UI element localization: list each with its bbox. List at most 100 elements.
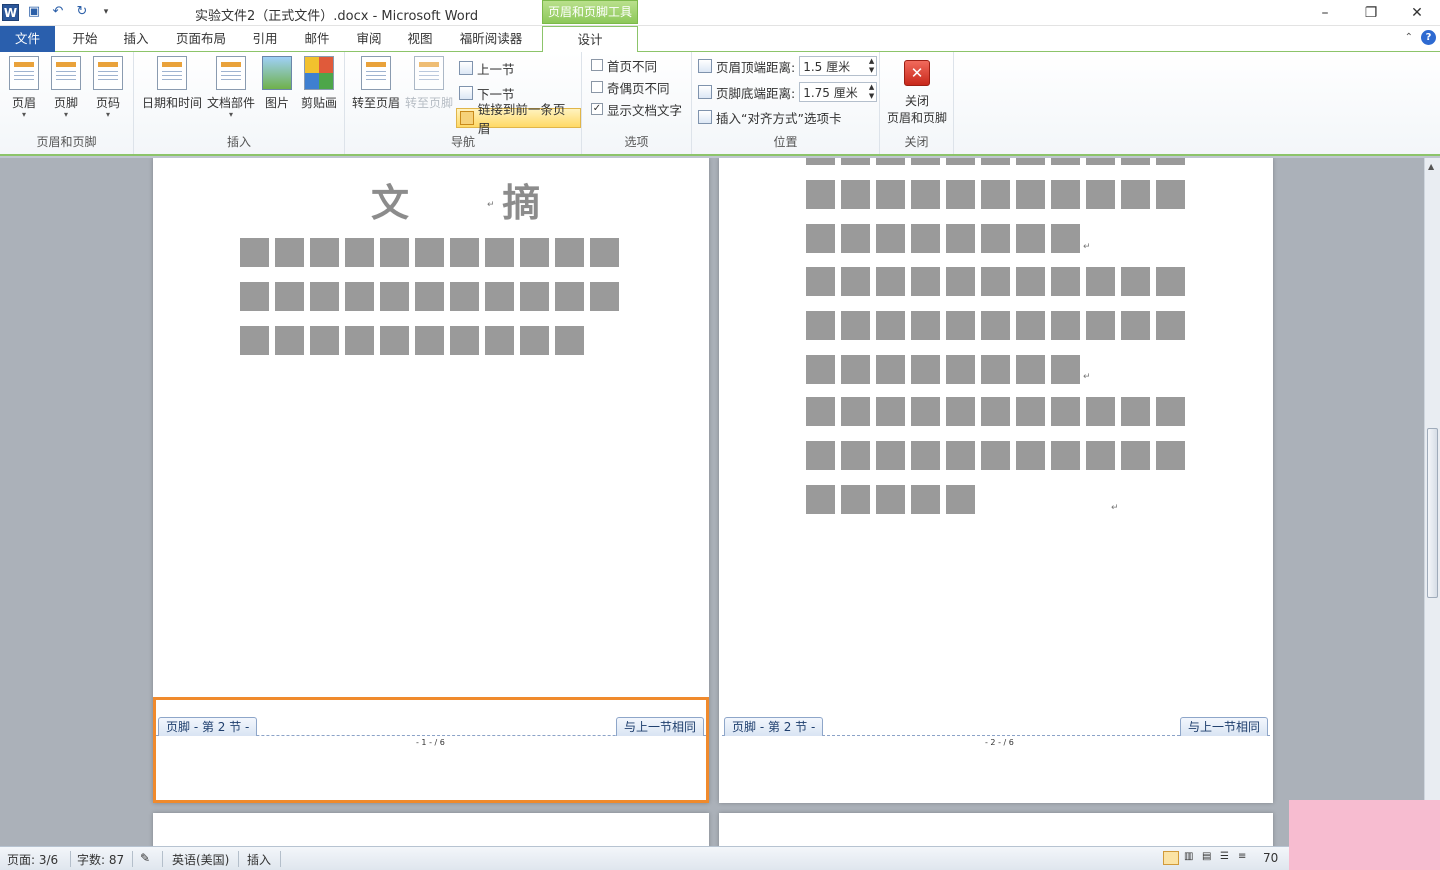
redacted-text-block [240, 238, 269, 267]
tab-references[interactable]: 引用 [242, 26, 288, 52]
different-odd-even-checkbox[interactable]: 奇偶页不同 [591, 77, 670, 97]
save-icon[interactable]: ▣ [25, 3, 43, 21]
tab-file[interactable]: 文件 [0, 26, 55, 52]
draft-view-icon[interactable]: ≡ [1238, 851, 1246, 862]
page-3[interactable]: 文 摘 ↵ 页脚 - 第 2 节 - 与上一节相同 - 1 - / 6 [153, 158, 709, 803]
page-indicator[interactable]: 页面: 3/6 [7, 851, 58, 868]
redacted-text-block [981, 158, 1010, 165]
chevron-down-icon: ▾ [105, 110, 110, 119]
tab-review[interactable]: 审阅 [346, 26, 392, 52]
minimize-ribbon-icon[interactable]: ⌃ [1405, 32, 1413, 43]
tab-view[interactable]: 视图 [397, 26, 443, 52]
header-distance-icon [698, 59, 712, 73]
close-window-button[interactable]: ✕ [1394, 0, 1440, 26]
show-document-text-checkbox[interactable]: ✓ 显示文档文字 [591, 99, 682, 119]
header-label: 页眉 [11, 96, 36, 110]
checkbox-checked-icon: ✓ [591, 103, 603, 115]
page-4[interactable]: ↵ ↵ ↵ 页脚 - 第 2 节 - 与上一节相同 - 2 - / 6 [719, 158, 1273, 803]
different-first-page-checkbox[interactable]: 首页不同 [591, 55, 657, 75]
redacted-text-block [806, 224, 835, 253]
document-parts-button[interactable]: 文档部件 ▾ [206, 56, 256, 119]
redacted-text-block [1016, 267, 1045, 296]
clip-art-button[interactable]: 剪贴画 [298, 56, 340, 111]
redacted-text-block [1121, 267, 1150, 296]
redacted-text-block [590, 238, 619, 267]
footer-distance-input[interactable]: 1.75 厘米 ▲ ▼ [799, 82, 878, 102]
paragraph-mark: ↵ [1083, 242, 1091, 252]
redacted-text-block [841, 224, 870, 253]
header-distance-input[interactable]: 1.5 厘米 ▲ ▼ [799, 56, 878, 76]
zoom-level[interactable]: 70 [1263, 851, 1278, 865]
footer-distance-control: 页脚底端距离: 1.75 厘米 ▲ ▼ [698, 82, 878, 102]
page-number-button[interactable]: 页码 ▾ [90, 56, 126, 119]
page-number-field[interactable]: - 1 - / 6 [416, 738, 445, 747]
tab-page-layout[interactable]: 页面布局 [170, 26, 232, 52]
word-logo-icon[interactable]: W [2, 3, 19, 21]
spin-arrows-icon[interactable]: ▲ ▼ [869, 83, 874, 101]
insert-mode-indicator[interactable]: 插入 [247, 851, 271, 868]
different-odd-even-label: 奇偶页不同 [607, 80, 670, 96]
print-layout-icon[interactable] [1163, 851, 1179, 865]
page-5[interactable] [153, 813, 709, 846]
document-workspace[interactable]: 文 摘 ↵ 页脚 - 第 2 节 - 与上一节相同 - 1 - / 6 ↵ ↵ … [0, 158, 1424, 846]
language-indicator[interactable]: 英语(美国) [172, 851, 229, 868]
redacted-text-block [1016, 158, 1045, 165]
link-to-previous-button[interactable]: 链接到前一条页眉 [456, 102, 581, 136]
footer-edit-area[interactable] [153, 697, 709, 803]
customize-qat-icon[interactable]: ▾ [97, 3, 115, 21]
tab-insert[interactable]: 插入 [113, 26, 159, 52]
goto-header-button[interactable]: 转至页眉 [350, 56, 402, 111]
redacted-text-block [345, 282, 374, 311]
spin-arrows-icon[interactable]: ▲ ▼ [869, 57, 874, 75]
page-number-icon [93, 56, 123, 90]
tab-mailings[interactable]: 邮件 [294, 26, 340, 52]
footer-button[interactable]: 页脚 ▾ [48, 56, 84, 119]
tab-design[interactable]: 设计 [542, 26, 638, 53]
document-parts-icon [216, 56, 246, 90]
status-bar: 页面: 3/6 字数: 87 ✎ 英语(美国) 插入 ▥ ▤ ☰ ≡ 70 [0, 846, 1440, 870]
page-6[interactable] [719, 813, 1273, 846]
quick-access-toolbar: W ▣ ↶ ↻ ▾ [2, 3, 115, 21]
outline-view-icon[interactable]: ☰ [1220, 851, 1229, 862]
tab-foxit-reader[interactable]: 福昕阅读器 [452, 26, 530, 52]
redacted-text-block [806, 441, 835, 470]
redacted-text-block [1051, 267, 1080, 296]
close-header-footer-button[interactable]: ✕ 关闭 页眉和页脚 [884, 54, 950, 126]
redacted-text-block [946, 180, 975, 209]
redacted-text-block [841, 180, 870, 209]
redacted-text-block [520, 326, 549, 355]
full-screen-reading-icon[interactable]: ▥ [1184, 851, 1193, 862]
header-distance-label: 页眉顶端距离: [716, 59, 796, 75]
proofing-icon[interactable]: ✎ [140, 851, 150, 865]
minimize-button[interactable]: – [1302, 0, 1348, 26]
header-button[interactable]: 页眉 ▾ [6, 56, 42, 119]
redacted-text-block [981, 441, 1010, 470]
goto-footer-button[interactable]: 转至页脚 [403, 56, 455, 111]
vertical-scrollbar[interactable]: ▲ ▼ [1424, 158, 1440, 846]
redo-icon[interactable]: ↻ [73, 3, 91, 21]
scroll-up-icon[interactable]: ▲ [1428, 162, 1434, 171]
redacted-text-block [1051, 180, 1080, 209]
page-number-field[interactable]: - 2 - / 6 [985, 738, 1014, 747]
web-layout-icon[interactable]: ▤ [1202, 851, 1211, 862]
insert-alignment-tab-button[interactable]: 插入“对齐方式”选项卡 [698, 107, 841, 127]
tab-home[interactable]: 开始 [62, 26, 108, 52]
header-distance-value: 1.5 厘米 [803, 59, 851, 74]
redacted-text-block [876, 224, 905, 253]
date-time-button[interactable]: 日期和时间 [140, 56, 204, 111]
group-close: ✕ 关闭 页眉和页脚 关闭 [880, 52, 954, 154]
word-count[interactable]: 字数: 87 [77, 851, 124, 868]
previous-section-button[interactable]: 上一节 [459, 58, 515, 78]
header-icon [9, 56, 39, 90]
picture-button[interactable]: 图片 [260, 56, 294, 111]
help-icon[interactable]: ? [1421, 30, 1436, 45]
group-position: 页眉顶端距离: 1.5 厘米 ▲ ▼ 页脚底端距离: 1.75 厘米 ▲ ▼ 插入“… [692, 52, 880, 154]
scrollbar-thumb[interactable] [1427, 428, 1438, 598]
redacted-text-block [946, 397, 975, 426]
redacted-text-block [380, 326, 409, 355]
redacted-text-block [911, 180, 940, 209]
goto-header-icon [361, 56, 391, 90]
undo-icon[interactable]: ↶ [49, 3, 67, 21]
window-title: 实验文件2（正式文件）.docx - Microsoft Word [195, 9, 479, 24]
restore-button[interactable]: ❐ [1348, 0, 1394, 26]
